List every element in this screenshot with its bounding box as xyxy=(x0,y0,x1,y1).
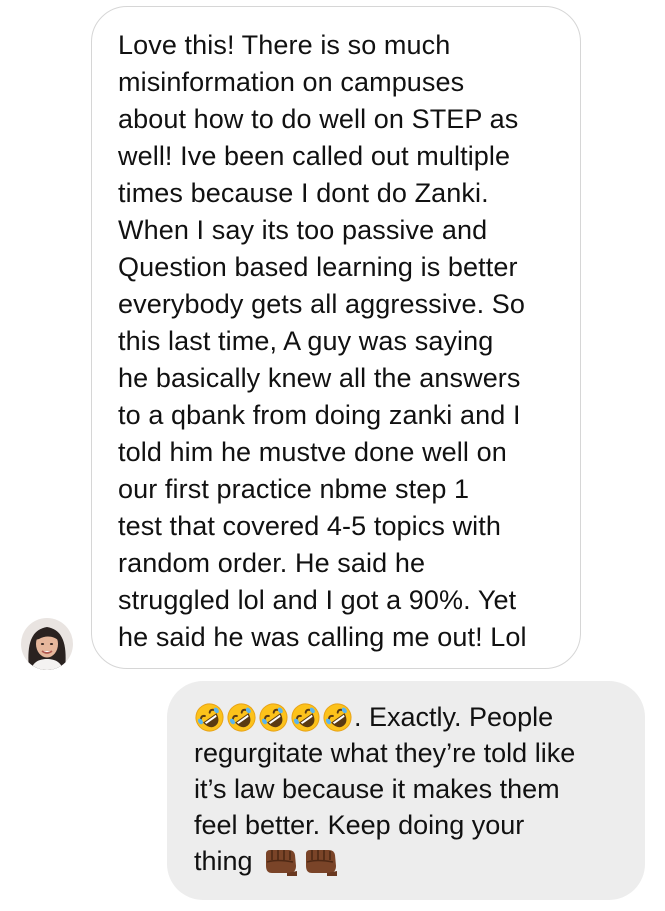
message-line: he said he was calling me out! Lol xyxy=(118,622,527,652)
message-line: thing xyxy=(194,843,629,879)
message-line: well! Ive been called out multiple xyxy=(118,141,511,171)
rolling-on-floor-laughing-emoji-icon xyxy=(227,702,256,732)
sender-avatar[interactable] xyxy=(21,618,73,670)
profile-photo-avatar-icon xyxy=(21,618,73,670)
message-line: When I say its too passive and xyxy=(118,215,488,245)
rolling-on-floor-laughing-emoji-icon xyxy=(291,702,320,732)
message-line: our first practice nbme step 1 xyxy=(118,474,470,504)
incoming-message-bubble[interactable]: Love this! There is so much misinformati… xyxy=(91,6,581,669)
message-text: . Exactly. People xyxy=(354,701,554,732)
fist-bump-emoji-icon xyxy=(305,850,337,876)
outgoing-message-bubble[interactable]: . Exactly. People regurgitate what they’… xyxy=(167,681,645,900)
rolling-on-floor-laughing-emoji-icon xyxy=(259,702,288,732)
message-line: told him he mustve done well on xyxy=(118,437,507,467)
rolling-on-floor-laughing-emoji-icon xyxy=(323,702,352,732)
message-line: test that covered 4-5 topics with xyxy=(118,511,501,541)
message-text: it’s law because it makes them xyxy=(194,773,560,804)
message-line: it’s law because it makes them xyxy=(194,771,629,807)
message-line: random order. He said he xyxy=(118,548,426,578)
message-line: about how to do well on STEP as xyxy=(118,104,519,134)
message-line: misinformation on campuses xyxy=(118,67,465,97)
message-line: struggled lol and I got a 90%. Yet xyxy=(118,585,517,615)
rolling-on-floor-laughing-emoji-icon xyxy=(195,702,224,732)
message-line: regurgitate what they’re told like xyxy=(194,735,629,771)
message-line: feel better. Keep doing your xyxy=(194,807,629,843)
fist-bump-emoji-icon xyxy=(265,850,297,876)
message-line: everybody gets all aggressive. So xyxy=(118,289,526,319)
message-line: times because I dont do Zanki. xyxy=(118,178,489,208)
message-text: feel better. Keep doing your xyxy=(194,809,525,840)
message-text: regurgitate what they’re told like xyxy=(194,737,576,768)
message-line: to a qbank from doing zanki and I xyxy=(118,400,521,430)
message-line: this last time, A guy was saying xyxy=(118,326,494,356)
message-line: Question based learning is better xyxy=(118,252,518,282)
message-line: he basically knew all the answers xyxy=(118,363,521,393)
message-text: thing xyxy=(194,845,253,876)
message-line: Love this! There is so much xyxy=(118,30,451,60)
message-line: . Exactly. People xyxy=(194,699,629,735)
